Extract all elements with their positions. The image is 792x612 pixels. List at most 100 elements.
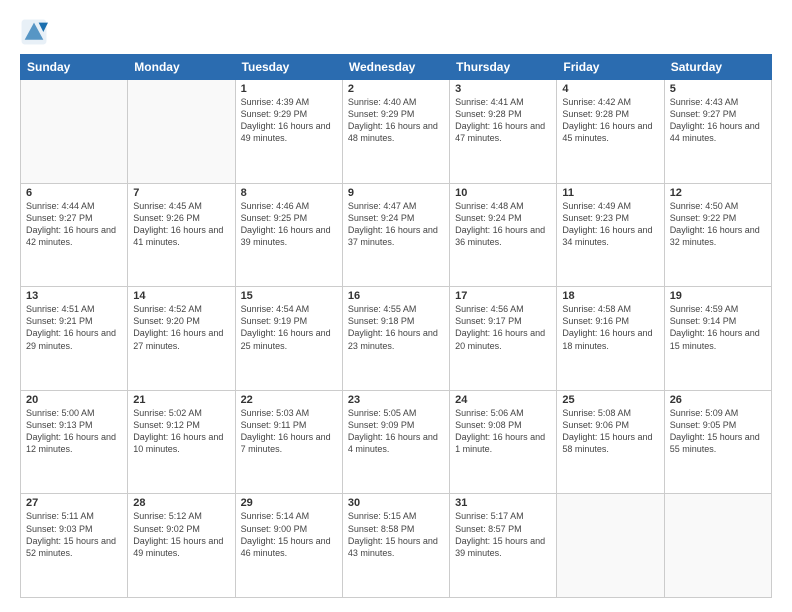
day-number: 12	[670, 187, 766, 199]
header	[20, 18, 772, 46]
day-info: Sunrise: 4:59 AMSunset: 9:14 PMDaylight:…	[670, 303, 766, 352]
day-number: 2	[348, 83, 444, 95]
calendar-cell	[664, 494, 771, 598]
calendar-cell	[21, 80, 128, 184]
day-info: Sunrise: 5:14 AMSunset: 9:00 PMDaylight:…	[241, 510, 337, 559]
day-number: 28	[133, 497, 229, 509]
calendar-header-wednesday: Wednesday	[342, 55, 449, 80]
day-number: 4	[562, 83, 658, 95]
day-number: 9	[348, 187, 444, 199]
logo-icon	[20, 18, 48, 46]
calendar-cell: 6Sunrise: 4:44 AMSunset: 9:27 PMDaylight…	[21, 183, 128, 287]
calendar-week-5: 27Sunrise: 5:11 AMSunset: 9:03 PMDayligh…	[21, 494, 772, 598]
calendar-week-1: 1Sunrise: 4:39 AMSunset: 9:29 PMDaylight…	[21, 80, 772, 184]
calendar-cell: 2Sunrise: 4:40 AMSunset: 9:29 PMDaylight…	[342, 80, 449, 184]
calendar-cell: 26Sunrise: 5:09 AMSunset: 9:05 PMDayligh…	[664, 390, 771, 494]
day-number: 14	[133, 290, 229, 302]
day-info: Sunrise: 4:43 AMSunset: 9:27 PMDaylight:…	[670, 96, 766, 145]
day-info: Sunrise: 5:11 AMSunset: 9:03 PMDaylight:…	[26, 510, 122, 559]
calendar: SundayMondayTuesdayWednesdayThursdayFrid…	[20, 54, 772, 598]
calendar-header-thursday: Thursday	[450, 55, 557, 80]
calendar-cell: 3Sunrise: 4:41 AMSunset: 9:28 PMDaylight…	[450, 80, 557, 184]
calendar-cell: 5Sunrise: 4:43 AMSunset: 9:27 PMDaylight…	[664, 80, 771, 184]
day-number: 5	[670, 83, 766, 95]
day-info: Sunrise: 4:45 AMSunset: 9:26 PMDaylight:…	[133, 200, 229, 249]
calendar-week-3: 13Sunrise: 4:51 AMSunset: 9:21 PMDayligh…	[21, 287, 772, 391]
calendar-header-row: SundayMondayTuesdayWednesdayThursdayFrid…	[21, 55, 772, 80]
calendar-header-monday: Monday	[128, 55, 235, 80]
calendar-header-saturday: Saturday	[664, 55, 771, 80]
day-number: 25	[562, 394, 658, 406]
day-info: Sunrise: 4:46 AMSunset: 9:25 PMDaylight:…	[241, 200, 337, 249]
calendar-cell: 15Sunrise: 4:54 AMSunset: 9:19 PMDayligh…	[235, 287, 342, 391]
day-info: Sunrise: 5:02 AMSunset: 9:12 PMDaylight:…	[133, 407, 229, 456]
calendar-cell	[128, 80, 235, 184]
day-number: 30	[348, 497, 444, 509]
calendar-header-tuesday: Tuesday	[235, 55, 342, 80]
day-number: 1	[241, 83, 337, 95]
calendar-cell: 18Sunrise: 4:58 AMSunset: 9:16 PMDayligh…	[557, 287, 664, 391]
day-info: Sunrise: 5:17 AMSunset: 8:57 PMDaylight:…	[455, 510, 551, 559]
day-info: Sunrise: 5:12 AMSunset: 9:02 PMDaylight:…	[133, 510, 229, 559]
day-info: Sunrise: 5:08 AMSunset: 9:06 PMDaylight:…	[562, 407, 658, 456]
calendar-cell: 8Sunrise: 4:46 AMSunset: 9:25 PMDaylight…	[235, 183, 342, 287]
day-number: 31	[455, 497, 551, 509]
day-number: 3	[455, 83, 551, 95]
calendar-cell: 25Sunrise: 5:08 AMSunset: 9:06 PMDayligh…	[557, 390, 664, 494]
calendar-cell: 30Sunrise: 5:15 AMSunset: 8:58 PMDayligh…	[342, 494, 449, 598]
day-number: 23	[348, 394, 444, 406]
day-info: Sunrise: 5:06 AMSunset: 9:08 PMDaylight:…	[455, 407, 551, 456]
day-number: 24	[455, 394, 551, 406]
day-info: Sunrise: 4:54 AMSunset: 9:19 PMDaylight:…	[241, 303, 337, 352]
day-number: 15	[241, 290, 337, 302]
day-info: Sunrise: 5:15 AMSunset: 8:58 PMDaylight:…	[348, 510, 444, 559]
day-info: Sunrise: 4:56 AMSunset: 9:17 PMDaylight:…	[455, 303, 551, 352]
calendar-cell	[557, 494, 664, 598]
day-info: Sunrise: 4:40 AMSunset: 9:29 PMDaylight:…	[348, 96, 444, 145]
day-info: Sunrise: 4:52 AMSunset: 9:20 PMDaylight:…	[133, 303, 229, 352]
calendar-cell: 4Sunrise: 4:42 AMSunset: 9:28 PMDaylight…	[557, 80, 664, 184]
calendar-cell: 7Sunrise: 4:45 AMSunset: 9:26 PMDaylight…	[128, 183, 235, 287]
day-info: Sunrise: 4:55 AMSunset: 9:18 PMDaylight:…	[348, 303, 444, 352]
day-info: Sunrise: 4:41 AMSunset: 9:28 PMDaylight:…	[455, 96, 551, 145]
calendar-cell: 29Sunrise: 5:14 AMSunset: 9:00 PMDayligh…	[235, 494, 342, 598]
day-number: 10	[455, 187, 551, 199]
day-number: 16	[348, 290, 444, 302]
calendar-cell: 1Sunrise: 4:39 AMSunset: 9:29 PMDaylight…	[235, 80, 342, 184]
calendar-cell: 14Sunrise: 4:52 AMSunset: 9:20 PMDayligh…	[128, 287, 235, 391]
calendar-cell: 28Sunrise: 5:12 AMSunset: 9:02 PMDayligh…	[128, 494, 235, 598]
day-info: Sunrise: 4:58 AMSunset: 9:16 PMDaylight:…	[562, 303, 658, 352]
day-info: Sunrise: 4:51 AMSunset: 9:21 PMDaylight:…	[26, 303, 122, 352]
calendar-cell: 31Sunrise: 5:17 AMSunset: 8:57 PMDayligh…	[450, 494, 557, 598]
calendar-cell: 27Sunrise: 5:11 AMSunset: 9:03 PMDayligh…	[21, 494, 128, 598]
calendar-cell: 10Sunrise: 4:48 AMSunset: 9:24 PMDayligh…	[450, 183, 557, 287]
calendar-cell: 24Sunrise: 5:06 AMSunset: 9:08 PMDayligh…	[450, 390, 557, 494]
calendar-cell: 17Sunrise: 4:56 AMSunset: 9:17 PMDayligh…	[450, 287, 557, 391]
day-number: 17	[455, 290, 551, 302]
page: SundayMondayTuesdayWednesdayThursdayFrid…	[0, 0, 792, 612]
day-info: Sunrise: 4:42 AMSunset: 9:28 PMDaylight:…	[562, 96, 658, 145]
calendar-cell: 11Sunrise: 4:49 AMSunset: 9:23 PMDayligh…	[557, 183, 664, 287]
day-info: Sunrise: 4:50 AMSunset: 9:22 PMDaylight:…	[670, 200, 766, 249]
day-number: 20	[26, 394, 122, 406]
calendar-header-friday: Friday	[557, 55, 664, 80]
day-info: Sunrise: 5:05 AMSunset: 9:09 PMDaylight:…	[348, 407, 444, 456]
day-number: 29	[241, 497, 337, 509]
calendar-week-2: 6Sunrise: 4:44 AMSunset: 9:27 PMDaylight…	[21, 183, 772, 287]
calendar-week-4: 20Sunrise: 5:00 AMSunset: 9:13 PMDayligh…	[21, 390, 772, 494]
day-number: 27	[26, 497, 122, 509]
logo	[20, 18, 52, 46]
calendar-cell: 16Sunrise: 4:55 AMSunset: 9:18 PMDayligh…	[342, 287, 449, 391]
day-info: Sunrise: 4:44 AMSunset: 9:27 PMDaylight:…	[26, 200, 122, 249]
calendar-cell: 12Sunrise: 4:50 AMSunset: 9:22 PMDayligh…	[664, 183, 771, 287]
day-number: 6	[26, 187, 122, 199]
day-number: 19	[670, 290, 766, 302]
day-info: Sunrise: 5:00 AMSunset: 9:13 PMDaylight:…	[26, 407, 122, 456]
day-number: 22	[241, 394, 337, 406]
calendar-cell: 21Sunrise: 5:02 AMSunset: 9:12 PMDayligh…	[128, 390, 235, 494]
day-number: 26	[670, 394, 766, 406]
day-info: Sunrise: 4:48 AMSunset: 9:24 PMDaylight:…	[455, 200, 551, 249]
day-info: Sunrise: 5:09 AMSunset: 9:05 PMDaylight:…	[670, 407, 766, 456]
day-info: Sunrise: 4:47 AMSunset: 9:24 PMDaylight:…	[348, 200, 444, 249]
calendar-cell: 23Sunrise: 5:05 AMSunset: 9:09 PMDayligh…	[342, 390, 449, 494]
